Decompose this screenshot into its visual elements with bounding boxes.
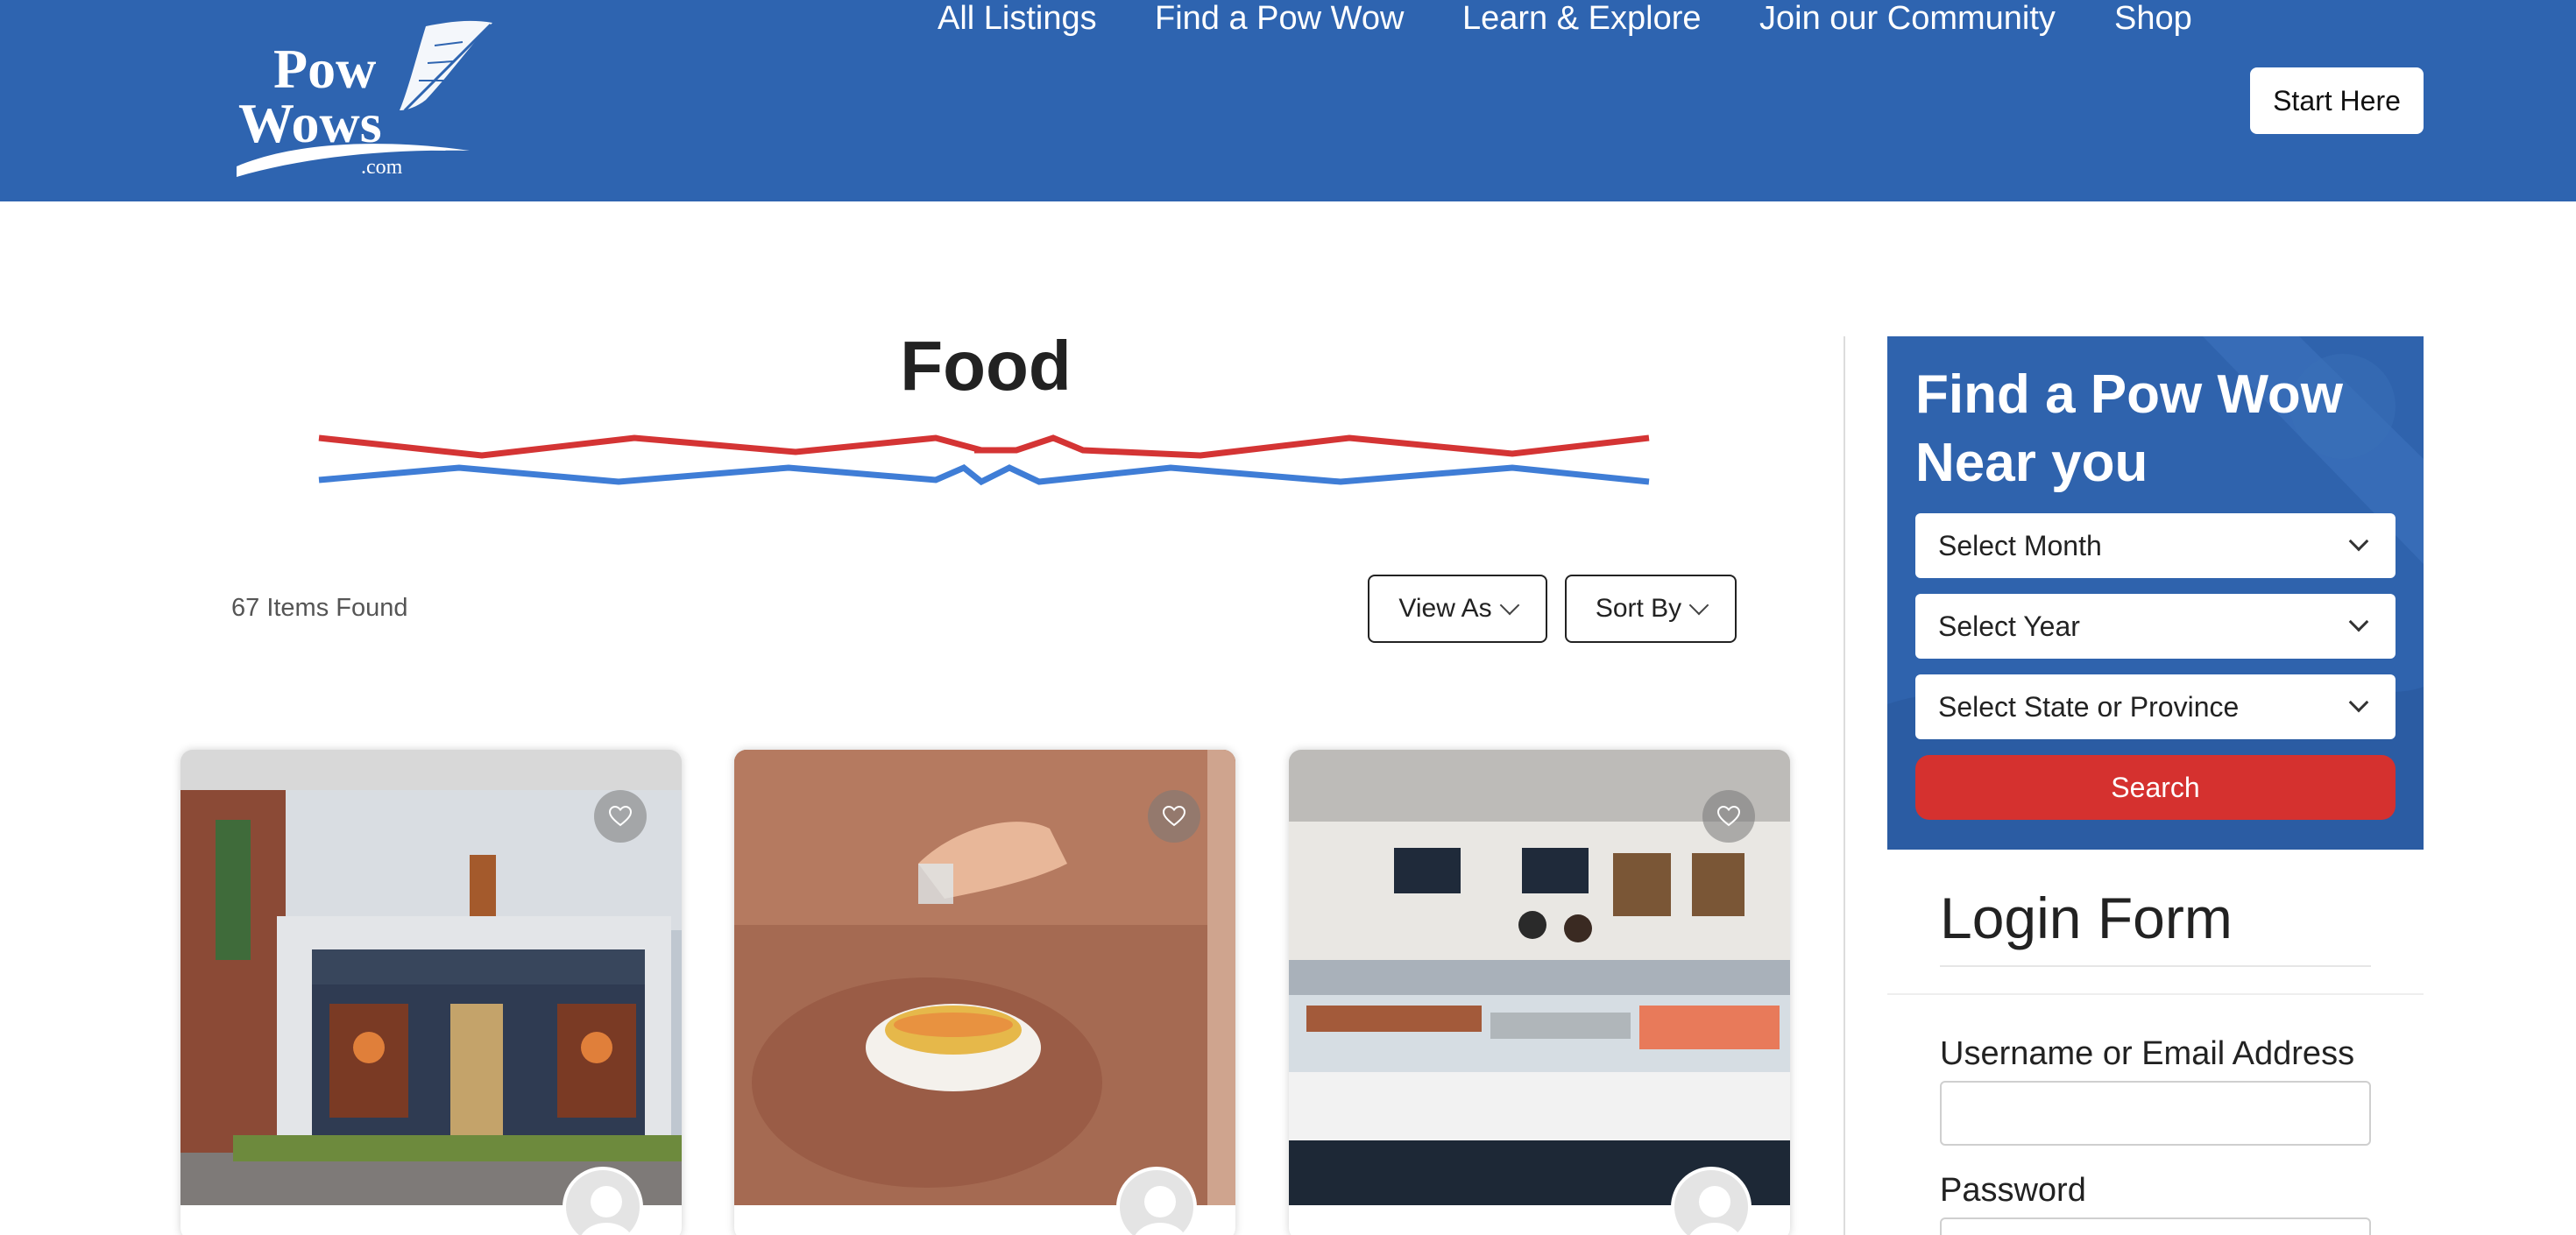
page-title: Food [900,327,1072,405]
favorite-button[interactable] [1702,790,1755,843]
favorite-button[interactable] [1148,790,1200,843]
year-select[interactable]: Select Year [1915,594,2396,659]
month-select-value: Select Month [1938,529,2102,561]
svg-text:Pow: Pow [273,38,376,100]
start-here-button[interactable]: Start Here [2250,67,2424,134]
login-title-underline [1940,965,2371,967]
nav-shop[interactable]: Shop [2114,0,2192,38]
view-as-dropdown[interactable]: View As [1368,575,1547,643]
heart-icon [1717,806,1740,827]
month-select[interactable]: Select Month [1915,513,2396,578]
listing-card[interactable] [734,750,1235,1235]
site-logo[interactable]: Pow Wows .com [233,19,496,179]
site-header: Pow Wows .com All Listings Find a Pow Wo… [0,0,2576,201]
username-label: Username or Email Address [1940,1035,2355,1072]
decorative-divider [318,434,1650,486]
chevron-down-icon [2348,611,2369,632]
nav-learn-explore[interactable]: Learn & Explore [1462,0,1702,38]
chevron-down-icon [1688,595,1709,616]
password-label: Password [1940,1172,2086,1209]
user-silhouette-icon [581,1186,632,1235]
pow-wow-finder-widget: Find a Pow Wow Near you Select Month Sel… [1887,336,2424,850]
heart-icon [1163,806,1185,827]
view-as-label: View As [1398,594,1492,623]
state-select-value: Select State or Province [1938,690,2240,723]
nav-find-pow-wow[interactable]: Find a Pow Wow [1155,0,1404,38]
chevron-down-icon [1499,595,1519,616]
user-silhouette-icon [1689,1186,1740,1235]
year-select-value: Select Year [1938,610,2080,642]
svg-text:.com: .com [361,156,403,179]
nav-join-community[interactable]: Join our Community [1759,0,2056,38]
content-divider [1844,336,1845,1235]
state-select[interactable]: Select State or Province [1915,674,2396,739]
listing-card[interactable] [1289,750,1790,1235]
finder-title: Find a Pow Wow Near you [1915,364,2343,493]
password-input[interactable] [1940,1217,2371,1235]
login-form-title: Login Form [1940,886,2233,950]
search-button[interactable]: Search [1915,755,2396,820]
nav-all-listings[interactable]: All Listings [938,0,1097,38]
user-silhouette-icon [1135,1186,1185,1235]
favorite-button[interactable] [594,790,647,843]
heart-icon [609,806,632,827]
items-found-count: 67 Items Found [231,594,408,622]
listing-card[interactable] [180,750,682,1235]
chevron-down-icon [2348,692,2369,713]
username-input[interactable] [1940,1081,2371,1146]
sort-by-label: Sort By [1595,594,1682,623]
chevron-down-icon [2348,531,2369,552]
sort-by-dropdown[interactable]: Sort By [1565,575,1737,643]
login-separator [1887,993,2424,995]
